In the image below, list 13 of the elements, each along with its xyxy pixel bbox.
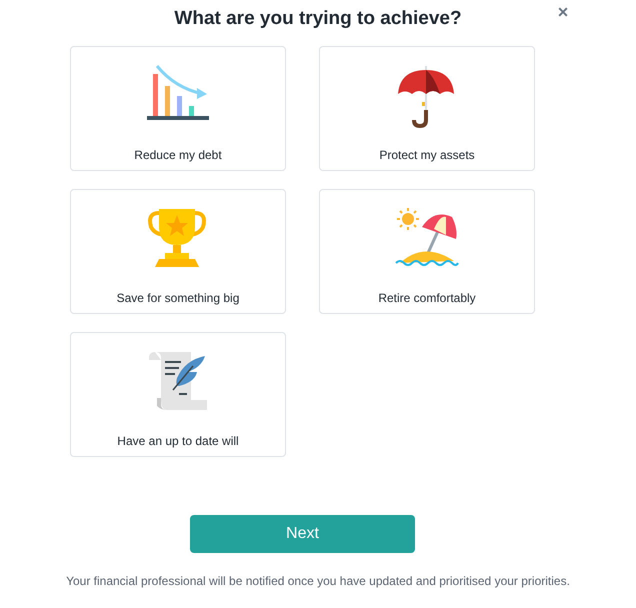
footer-note: Your financial professional will be notified once you have updated and prioritised your priorities. (65, 573, 571, 590)
goal-label: Retire comfortably (378, 290, 476, 307)
goal-label: Have an up to date will (117, 433, 239, 450)
goal-card[interactable]: Save for something big (70, 189, 286, 314)
close-button[interactable]: × (555, 2, 571, 22)
dialog-title: What are you trying to achieve? (174, 7, 462, 31)
goal-card[interactable]: Retire comfortably (319, 189, 535, 314)
goal-card[interactable]: Reduce my debt (70, 46, 286, 171)
goal-card[interactable]: Protect my assets (319, 46, 535, 171)
goal-label: Protect my assets (379, 147, 475, 164)
goal-label: Save for something big (116, 290, 240, 307)
goal-card[interactable]: Have an up to date will (70, 332, 286, 457)
goal-label: Reduce my debt (134, 147, 222, 164)
